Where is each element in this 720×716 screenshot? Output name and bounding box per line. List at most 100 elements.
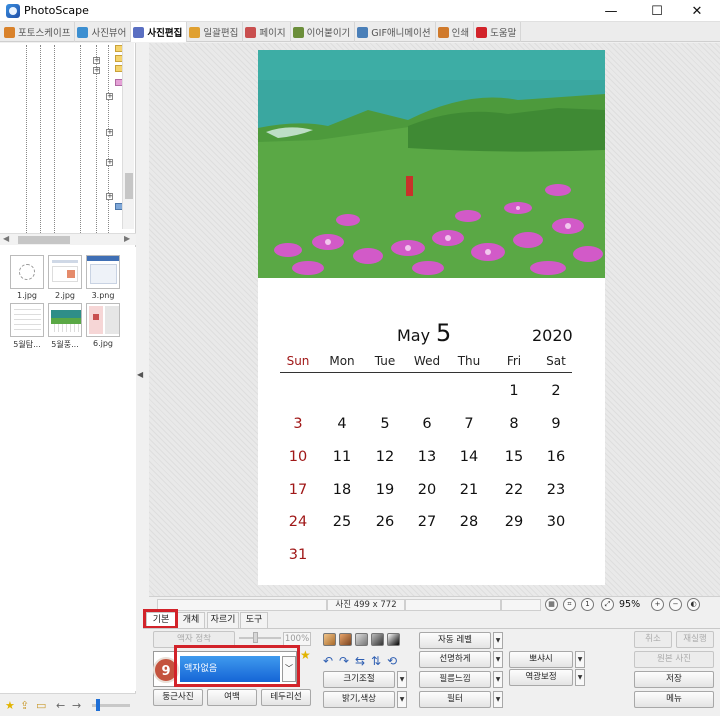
calendar-rule <box>280 372 572 373</box>
back-arrow-icon[interactable]: ← <box>56 699 65 712</box>
main-tab[interactable]: 일괄편집 <box>187 22 244 42</box>
tone-brown-icon[interactable] <box>323 633 336 646</box>
chevron-down-icon[interactable]: ▼ <box>397 671 407 688</box>
frame-percent[interactable]: 100% <box>283 632 311 646</box>
main-tab[interactable]: GIF애니메이션 <box>355 22 436 42</box>
auto-level-button[interactable]: 자동 레벨 <box>419 632 491 649</box>
tree-expand-icon[interactable]: + <box>106 129 113 136</box>
tree-horizontal-scrollbar[interactable]: ◀ ▶ <box>0 233 136 245</box>
main-tab[interactable]: 포토스케이프 <box>2 22 76 42</box>
collapse-panel-icon[interactable]: ◀ <box>137 370 143 384</box>
scroll-left-icon[interactable]: ◀ <box>3 234 9 243</box>
tab-crop[interactable]: 자르기 <box>207 612 239 628</box>
tone-sepia-icon[interactable] <box>339 633 352 646</box>
zoom-out-icon[interactable]: − <box>669 598 682 611</box>
frame-size-slider[interactable] <box>239 637 281 639</box>
status-bar: 사진 499 x 772 ▦ ⌗ 1 ⤢ 95% + − ◐ <box>149 596 720 612</box>
thumbnail-item[interactable]: 6.jpg <box>84 303 122 349</box>
chevron-down-icon[interactable]: ▼ <box>397 691 407 708</box>
zoom-fit-icon[interactable]: ⤢ <box>601 598 614 611</box>
calendar-date: 22 <box>504 482 524 498</box>
rotate-left-icon[interactable]: ↶ <box>323 654 333 668</box>
main-tab[interactable]: 인쇄 <box>436 22 475 42</box>
slider-knob[interactable] <box>96 699 100 711</box>
fit-screen-icon[interactable]: ⌗ <box>563 598 576 611</box>
folder-up-icon[interactable]: ⇪ <box>20 699 29 712</box>
slider-knob[interactable] <box>253 632 258 643</box>
round-photo-button[interactable]: 둥근사진 <box>153 689 203 706</box>
forward-arrow-icon[interactable]: → <box>72 699 81 712</box>
flip-vertical-icon[interactable]: ⇅ <box>371 654 381 668</box>
tone-dark-icon[interactable] <box>371 633 384 646</box>
menu-button[interactable]: 메뉴 <box>634 691 714 708</box>
rotate-right-icon[interactable]: ↷ <box>339 654 349 668</box>
favorite-star-icon[interactable]: ★ <box>5 699 15 712</box>
thumbnail-item[interactable]: 2.jpg <box>46 255 84 301</box>
folder-icon[interactable]: ▭ <box>36 699 46 712</box>
thumbnail-caption: 6.jpg <box>92 339 113 348</box>
main-tab[interactable]: 사진편집 <box>131 22 188 42</box>
chevron-down-icon[interactable]: ▼ <box>493 651 503 668</box>
chevron-down-icon[interactable]: ▼ <box>493 691 503 708</box>
tone-gray-icon[interactable] <box>355 633 368 646</box>
tab-object[interactable]: 개체 <box>177 612 205 628</box>
main-tab-label: 도움말 <box>490 28 517 39</box>
calendar-date: 5 <box>380 416 390 432</box>
chevron-down-icon[interactable]: ▼ <box>493 632 503 649</box>
calendar-date: 28 <box>459 514 479 530</box>
folder-tree[interactable]: + + + + + + <box>0 43 136 233</box>
resize-button[interactable]: 크기조절 <box>323 671 395 688</box>
calendar-date: 17 <box>288 482 308 498</box>
thumbnail-caption: 2.jpg <box>54 291 75 300</box>
tree-vertical-scrollbar[interactable] <box>122 43 134 229</box>
tree-expand-icon[interactable]: + <box>106 93 113 100</box>
margin-button[interactable]: 여백 <box>207 689 257 706</box>
thumbnail-item[interactable]: 1.jpg <box>8 255 46 301</box>
thumbnail-item[interactable]: 5월탐... <box>8 303 46 349</box>
main-tab[interactable]: 도움말 <box>474 22 522 42</box>
compare-icon[interactable]: ◐ <box>687 598 700 611</box>
main-tab[interactable]: 사진뷰어 <box>75 22 132 42</box>
backlight-button[interactable]: 역광보정 <box>509 669 573 686</box>
zoom-in-icon[interactable]: + <box>651 598 664 611</box>
main-tab[interactable]: 이어붙이기 <box>291 22 356 42</box>
tree-expand-icon[interactable]: + <box>93 67 100 74</box>
scroll-right-icon[interactable]: ▶ <box>124 234 130 243</box>
redo-button[interactable]: 재실행 <box>676 631 714 648</box>
thumbnail-item[interactable]: 3.png <box>84 255 122 301</box>
brightness-color-button[interactable]: 밝기,색상 <box>323 691 395 708</box>
weekday-label: Sun <box>286 354 310 368</box>
chevron-down-icon[interactable]: ▼ <box>575 651 585 668</box>
checker-icon[interactable]: ▦ <box>545 598 558 611</box>
zoom-actual-icon[interactable]: 1 <box>581 598 594 611</box>
border-line-button[interactable]: 테두리선 <box>261 689 311 706</box>
editor-canvas[interactable]: May 5 2020 Sun Mon Tue Wed Thu Fri Sat 1 2 3 4 5 6 7 8… <box>149 43 720 596</box>
flip-horizontal-icon[interactable]: ⇆ <box>355 654 365 668</box>
favorite-frame-star-icon[interactable]: ★ <box>300 648 311 662</box>
tree-expand-icon[interactable]: + <box>93 57 100 64</box>
straighten-icon[interactable]: ⟲ <box>387 654 397 668</box>
scrollbar-thumb[interactable] <box>125 173 133 199</box>
calendar-date: 30 <box>546 514 566 530</box>
undo-button[interactable]: 취소 <box>634 631 672 648</box>
original-photo-button[interactable]: 원본 사진 <box>634 651 714 668</box>
save-button[interactable]: 저장 <box>634 671 714 688</box>
tone-bw-icon[interactable] <box>387 633 400 646</box>
tree-expand-icon[interactable]: + <box>106 159 113 166</box>
film-effect-button[interactable]: 필름느낌 <box>419 671 491 688</box>
tab-tools[interactable]: 도구 <box>240 612 268 628</box>
tree-guide-line <box>108 45 109 233</box>
sharpen-button[interactable]: 선명하게 <box>419 651 491 668</box>
scrollbar-thumb[interactable] <box>18 236 70 244</box>
minimize-button[interactable]: — <box>588 0 634 22</box>
bloom-button[interactable]: 뽀샤시 <box>509 651 573 668</box>
thumbnail-image <box>10 255 44 289</box>
filter-button[interactable]: 필터 <box>419 691 491 708</box>
chevron-down-icon[interactable]: ▼ <box>575 669 585 686</box>
main-tab[interactable]: 페이지 <box>243 22 291 42</box>
main-tab-label: GIF애니메이션 <box>371 28 431 39</box>
tree-expand-icon[interactable]: + <box>106 193 113 200</box>
chevron-down-icon[interactable]: ▼ <box>493 671 503 688</box>
thumbnail-item[interactable]: 5월풍... <box>46 303 84 349</box>
close-button[interactable]: ✕ <box>674 0 720 22</box>
